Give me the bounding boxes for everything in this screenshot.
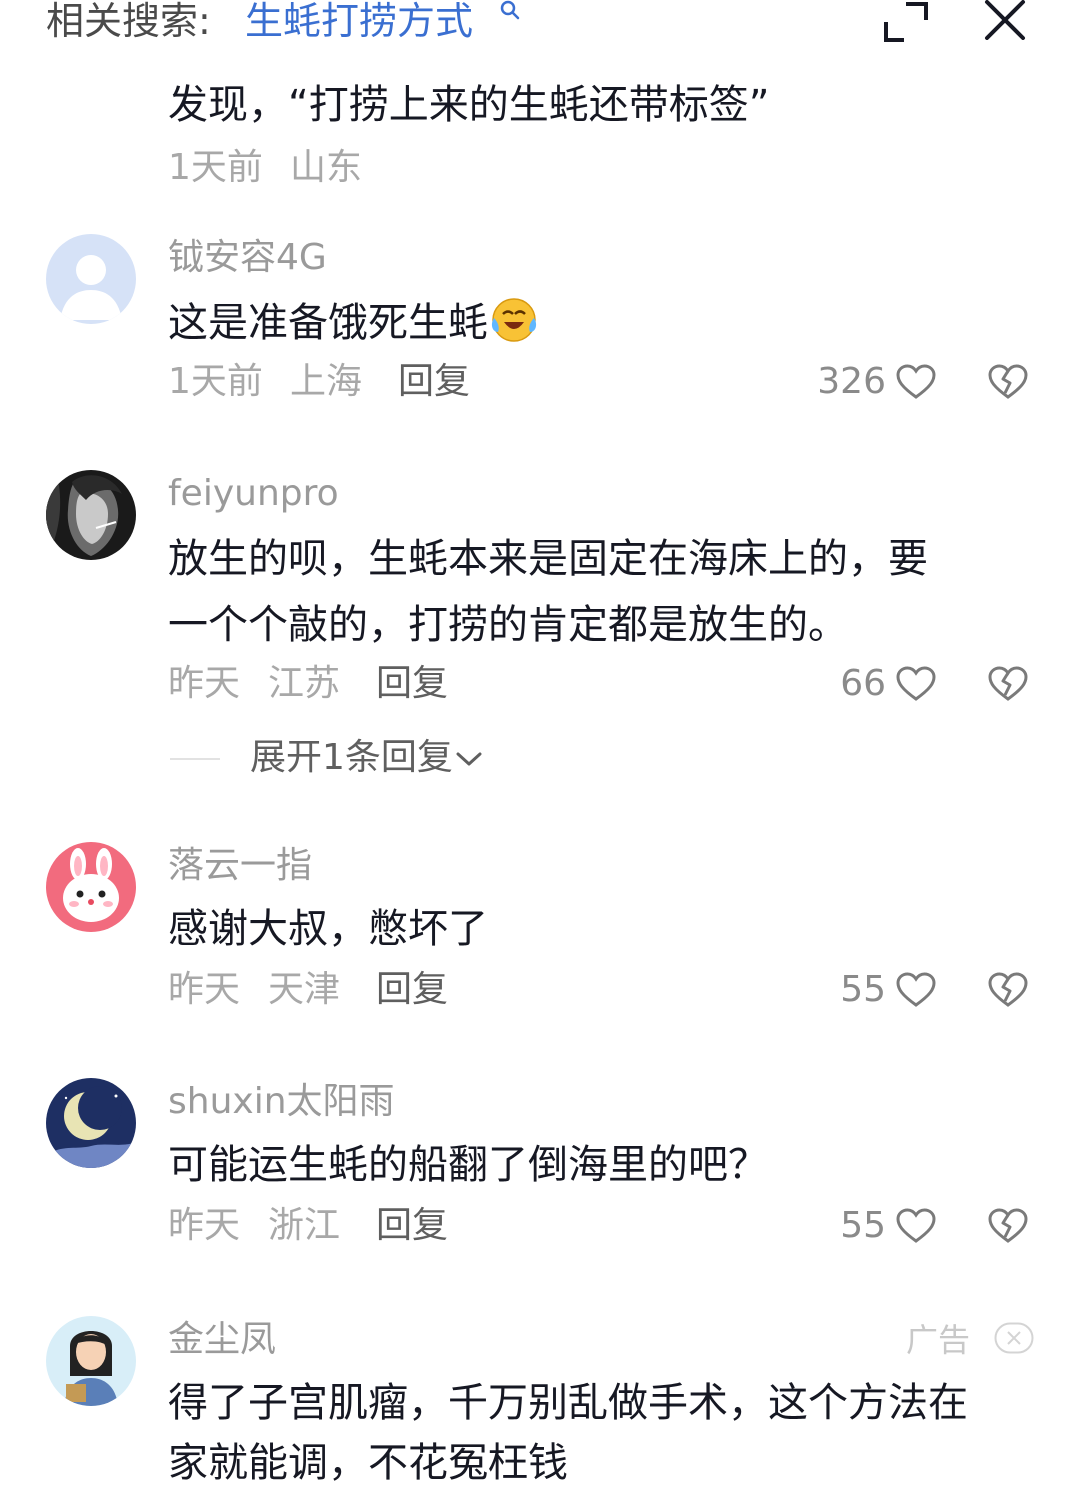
reply-button[interactable]: 回复 xyxy=(376,662,448,706)
comment-text-line: 一个个敲的，打捞的肯定都是放生的。 xyxy=(168,602,848,648)
comment-location: 山东 xyxy=(290,147,363,188)
like-count: 326 xyxy=(817,361,886,402)
expand-replies-label: 展开1条回复 xyxy=(250,737,453,778)
username[interactable]: 钺安容4G xyxy=(168,236,327,280)
reply-button[interactable]: 回复 xyxy=(398,360,470,404)
default-avatar-icon xyxy=(46,234,136,324)
dislike-icon[interactable] xyxy=(988,665,1028,703)
comment-location: 浙江 xyxy=(268,1205,341,1246)
avatar[interactable] xyxy=(46,1316,136,1406)
chevron-down-icon xyxy=(456,752,482,766)
heart-icon[interactable] xyxy=(896,972,936,1008)
comment-text-line: 家就能调，不花冤枉钱 xyxy=(168,1440,568,1486)
username[interactable]: 金尘凤 xyxy=(168,1318,276,1362)
avatar[interactable] xyxy=(46,234,136,324)
avatar[interactable] xyxy=(46,1078,136,1168)
moon-avatar-icon xyxy=(46,1078,136,1168)
cartoon-woman-avatar-icon xyxy=(46,1316,136,1406)
comment-text: 感谢大叔，憋坏了 xyxy=(168,906,488,952)
dislike-icon[interactable] xyxy=(988,363,1028,401)
like-count: 55 xyxy=(840,969,886,1010)
comment-time: 昨天 xyxy=(168,1205,241,1246)
search-icon[interactable] xyxy=(495,0,525,22)
comment-text-line: 得了子宫肌瘤，千万别乱做手术，这个方法在 xyxy=(168,1380,968,1426)
reply-button[interactable]: 回复 xyxy=(376,968,448,1012)
dislike-icon[interactable] xyxy=(988,971,1028,1009)
comment-location: 江苏 xyxy=(268,663,341,704)
username[interactable]: 落云一指 xyxy=(168,844,312,888)
avatar[interactable] xyxy=(46,470,136,560)
comment-location: 天津 xyxy=(268,969,341,1010)
like-count: 66 xyxy=(840,663,886,704)
expand-divider xyxy=(170,758,220,760)
heart-icon[interactable] xyxy=(896,666,936,702)
related-search-bar: 相关搜索: 生蚝打捞方式 xyxy=(0,0,1080,60)
username[interactable]: shuxin太阳雨 xyxy=(168,1080,395,1124)
comment-time: 昨天 xyxy=(168,969,241,1010)
user-photo-icon xyxy=(46,470,136,560)
comment-text: 可能运生蚝的船翻了倒海里的吧？ xyxy=(168,1142,768,1188)
comment-time: 昨天 xyxy=(168,663,241,704)
username[interactable]: feiyunpro xyxy=(168,472,339,516)
avatar[interactable] xyxy=(46,842,136,932)
ad-close-icon[interactable] xyxy=(994,1322,1034,1354)
expand-icon[interactable] xyxy=(882,0,930,44)
comment-text: 发现，“打捞上来的生蚝还带标签” xyxy=(168,82,770,128)
heart-icon[interactable] xyxy=(896,1208,936,1244)
comment-time: 1天前 xyxy=(168,147,263,188)
heart-icon[interactable] xyxy=(896,364,936,400)
crying-laughing-emoji-icon xyxy=(491,298,537,342)
related-search-query-link[interactable]: 生蚝打捞方式 xyxy=(245,0,473,42)
comment-text-line: 放生的呗，生蚝本来是固定在海床上的，要 xyxy=(168,536,928,582)
comment-time: 1天前 xyxy=(168,361,263,402)
like-count: 55 xyxy=(840,1205,886,1246)
dislike-icon[interactable] xyxy=(988,1207,1028,1245)
related-search-label: 相关搜索: xyxy=(46,0,211,43)
close-icon[interactable] xyxy=(982,0,1028,40)
ad-label: 广告 xyxy=(906,1321,971,1359)
expand-replies-button[interactable]: 展开1条回复 xyxy=(250,736,485,780)
comment-location: 上海 xyxy=(290,361,363,402)
reply-button[interactable]: 回复 xyxy=(376,1204,448,1248)
bunny-avatar-icon xyxy=(46,842,136,932)
comment-text-content: 这是准备饿死生蚝 xyxy=(168,300,488,346)
comment-text: 这是准备饿死生蚝 xyxy=(168,290,540,356)
